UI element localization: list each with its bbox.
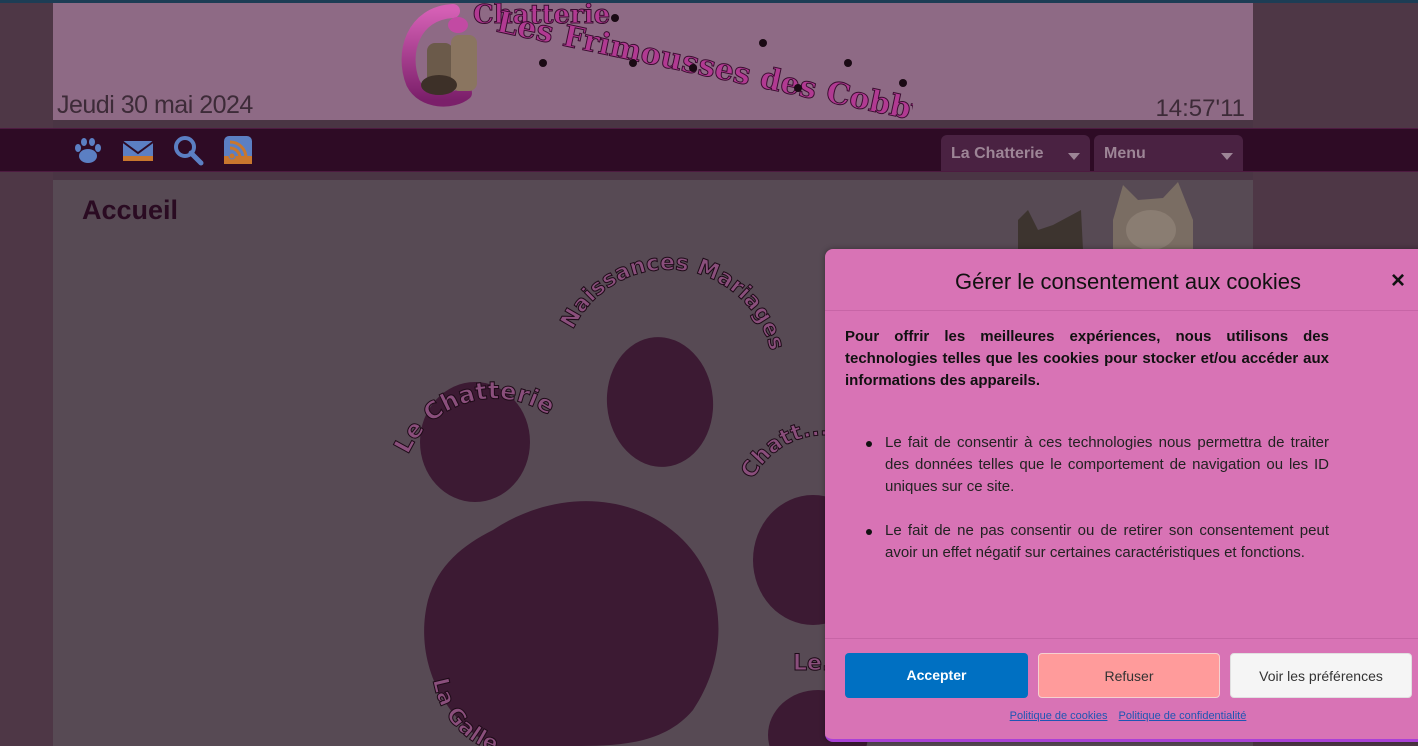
cookie-dialog-title: Gérer le consentement aux cookies bbox=[954, 269, 1302, 294]
page-background-left bbox=[0, 3, 53, 746]
dropdown-la-chatterie-label: La Chatterie bbox=[951, 145, 1044, 162]
paw-icon[interactable] bbox=[72, 134, 104, 166]
cookie-policy-links: Politique de cookies Politique de confid… bbox=[825, 710, 1418, 722]
bullet-icon bbox=[866, 441, 872, 447]
chevron-down-icon bbox=[1221, 153, 1233, 160]
cookie-info-list: Le fait de consentir à ces technologies … bbox=[866, 432, 1329, 586]
paw-label-naissances: Naissances Mariages bbox=[556, 250, 790, 353]
privacy-policy-link[interactable]: Politique de confidentialité bbox=[1119, 710, 1247, 722]
view-preferences-button[interactable]: Voir les préférences bbox=[1230, 653, 1412, 698]
dropdown-menu-label: Menu bbox=[1104, 145, 1146, 162]
mail-icon[interactable] bbox=[122, 134, 154, 166]
accept-button[interactable]: Accepter bbox=[845, 653, 1028, 698]
search-icon[interactable] bbox=[172, 134, 204, 166]
site-logo[interactable]: Chatterie Les Frimousses des Cobby Cats bbox=[393, 3, 913, 120]
cookie-consent-dialog: Gérer le consentement aux cookies × Pour… bbox=[825, 249, 1418, 742]
close-icon[interactable]: × bbox=[1391, 269, 1415, 293]
dropdown-la-chatterie[interactable]: La Chatterie bbox=[941, 135, 1090, 171]
list-item-text: Le fait de ne pas consentir ou de retire… bbox=[885, 522, 1329, 561]
cookie-intro-text: Pour offrir les meilleures expériences, … bbox=[845, 328, 1329, 389]
chevron-down-icon bbox=[1068, 153, 1080, 160]
svg-text:Naissances Mariages: Naissances Mariages bbox=[556, 250, 789, 352]
list-item: Le fait de consentir à ces technologies … bbox=[866, 432, 1329, 498]
refuse-button[interactable]: Refuser bbox=[1038, 653, 1220, 698]
divider bbox=[825, 638, 1418, 639]
list-item: Le fait de ne pas consentir ou de retire… bbox=[866, 520, 1329, 564]
divider bbox=[825, 310, 1418, 311]
current-time: 14:57'11 bbox=[1155, 95, 1245, 120]
cookie-policy-link[interactable]: Politique de cookies bbox=[1010, 710, 1108, 722]
cats-image bbox=[1018, 182, 1193, 250]
header-banner: Chatterie Les Frimousses des Cobby Cats … bbox=[53, 3, 1253, 120]
current-date: Jeudi 30 mai 2024 bbox=[57, 91, 253, 119]
dropdown-menu[interactable]: Menu bbox=[1094, 135, 1243, 171]
rss-icon[interactable] bbox=[222, 134, 254, 166]
bullet-icon bbox=[866, 529, 872, 535]
page-title: Accueil bbox=[82, 195, 179, 225]
navigation-bar: La Chatterie Menu bbox=[0, 128, 1418, 172]
list-item-text: Le fait de consentir à ces technologies … bbox=[885, 434, 1329, 495]
